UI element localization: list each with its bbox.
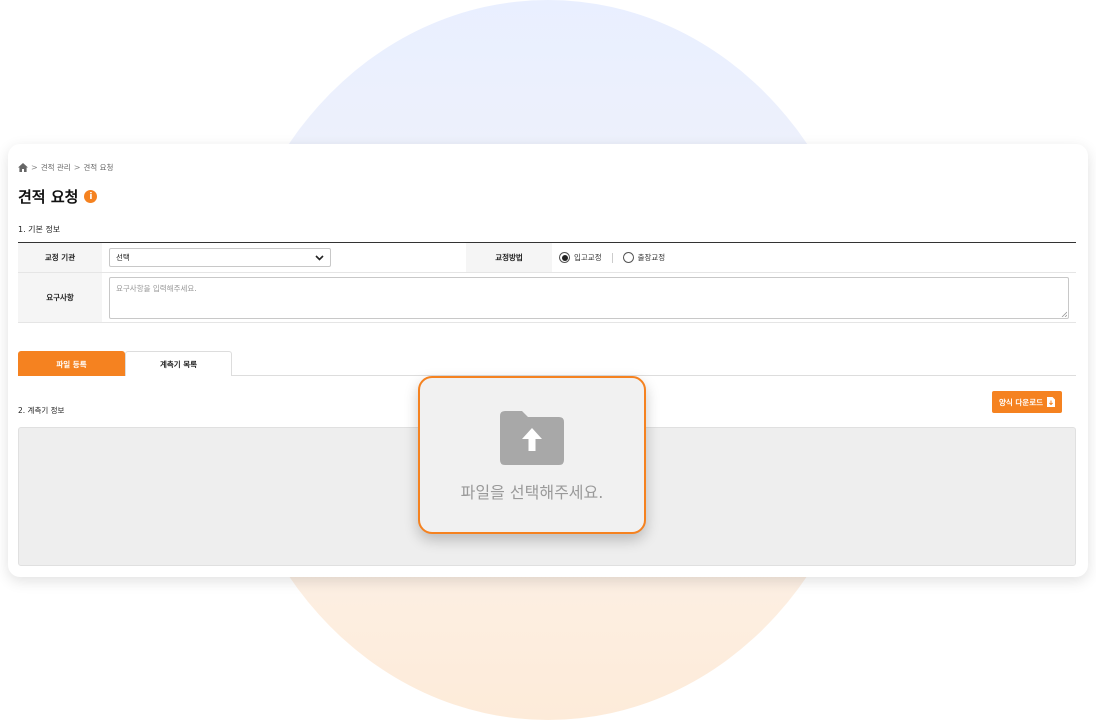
requirements-placeholder: 요구사항을 입력해주세요. xyxy=(116,283,197,293)
radio-in-house[interactable] xyxy=(559,252,570,263)
chevron-down-icon xyxy=(315,254,324,261)
tab-instrument-list[interactable]: 계측기 목록 xyxy=(125,351,232,376)
page-title-text: 견적 요청 xyxy=(18,188,79,206)
radio-in-house-label[interactable]: 입고교정 xyxy=(574,252,602,263)
agency-select[interactable]: 선택 xyxy=(109,248,331,267)
page-title: 견적 요청 i xyxy=(18,186,98,207)
form-row-requirements: 요구사항 요구사항을 입력해주세요. xyxy=(18,273,1076,323)
breadcrumb-item-quote-management[interactable]: 견적 관리 xyxy=(41,162,71,173)
folder-upload-icon xyxy=(500,411,564,465)
requirements-cell: 요구사항을 입력해주세요. xyxy=(102,273,1076,322)
breadcrumb-separator: > xyxy=(31,163,38,172)
section-instrument-info-title: 2. 계측기 정보 xyxy=(18,406,65,415)
download-template-button[interactable]: 양식 다운로드 xyxy=(992,391,1063,413)
resize-handle-icon[interactable] xyxy=(1061,311,1067,317)
section-basic-info-title: 1. 기본 정보 xyxy=(18,225,61,234)
basic-info-form: 교정 기관 선택 교정방법 입고교정 출장교정 요구사항 요구사항을 입력해주세… xyxy=(18,242,1076,323)
requirements-textarea[interactable]: 요구사항을 입력해주세요. xyxy=(109,276,1069,319)
agency-cell: 선택 xyxy=(102,243,338,272)
info-icon[interactable]: i xyxy=(84,190,98,203)
agency-select-value: 선택 xyxy=(116,253,130,262)
upload-prompt-text: 파일을 선택해주세요. xyxy=(460,483,604,502)
breadcrumb-item-quote-request[interactable]: 견적 요청 xyxy=(83,162,113,173)
method-label: 교정방법 xyxy=(466,243,552,272)
agency-label: 교정 기관 xyxy=(18,243,102,272)
breadcrumb: > 견적 관리 > 견적 요청 xyxy=(18,162,113,173)
file-upload-card[interactable]: 파일을 선택해주세요. xyxy=(418,376,646,534)
radio-on-site-label[interactable]: 출장교정 xyxy=(638,252,666,263)
document-download-icon xyxy=(1047,397,1056,407)
home-icon[interactable] xyxy=(18,163,28,172)
method-radio-group: 입고교정 출장교정 xyxy=(559,252,665,263)
tab-file-upload[interactable]: 파일 등록 xyxy=(18,351,125,376)
radio-divider xyxy=(611,252,613,263)
method-cell: 입고교정 출장교정 xyxy=(552,243,672,272)
requirements-label: 요구사항 xyxy=(18,273,102,322)
download-template-label: 양식 다운로드 xyxy=(999,397,1044,407)
tab-bar: 파일 등록 계측기 목록 xyxy=(18,351,1076,376)
form-row-agency-method: 교정 기관 선택 교정방법 입고교정 출장교정 xyxy=(18,243,1076,273)
breadcrumb-separator: > xyxy=(73,163,81,172)
radio-on-site[interactable] xyxy=(622,252,634,263)
